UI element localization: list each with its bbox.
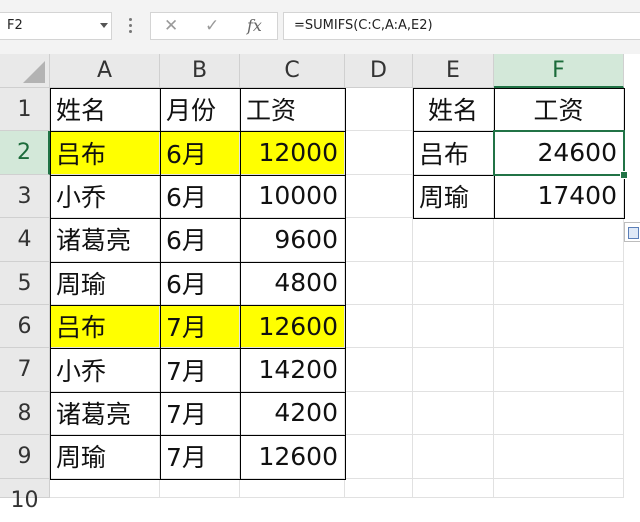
column-header-a[interactable]: A <box>50 54 160 88</box>
row-header-9[interactable]: 9 <box>0 435 50 479</box>
cell-b10[interactable] <box>160 478 240 498</box>
cell-d3[interactable] <box>345 174 413 219</box>
cell-f2[interactable]: 24600 <box>494 131 624 175</box>
cell-c8[interactable]: 4200 <box>240 391 345 436</box>
cell-a6[interactable]: 吕布 <box>50 305 160 349</box>
enter-icon[interactable]: ✓ <box>205 16 219 36</box>
cell-d6[interactable] <box>345 305 413 349</box>
cell-a1[interactable]: 姓名 <box>50 88 160 132</box>
cell-a2[interactable]: 吕布 <box>50 131 160 175</box>
cell-e8[interactable] <box>413 391 494 436</box>
cell-c9[interactable]: 12600 <box>240 435 345 479</box>
cell-f7[interactable] <box>494 348 624 392</box>
cell-c7[interactable]: 14200 <box>240 348 345 392</box>
cell-b2[interactable]: 6月 <box>160 131 240 175</box>
cell-d10[interactable] <box>345 478 413 498</box>
paste-options-icon[interactable] <box>624 222 640 242</box>
cell-d5[interactable] <box>345 261 413 305</box>
cell-a10[interactable] <box>50 478 160 498</box>
cell-f10[interactable] <box>494 478 624 498</box>
cell-d2[interactable] <box>345 131 413 175</box>
cell-c1[interactable]: 工资 <box>240 88 345 132</box>
row-header-5[interactable]: 5 <box>0 261 50 305</box>
cell-a3[interactable]: 小乔 <box>50 174 160 219</box>
cell-c4[interactable]: 9600 <box>240 218 345 262</box>
cell-f9[interactable] <box>494 435 624 479</box>
drag-handle-icon[interactable] <box>129 18 132 34</box>
cell-f4[interactable] <box>494 218 624 262</box>
row-header-10[interactable]: 10 <box>0 478 50 513</box>
cell-b9[interactable]: 7月 <box>160 435 240 479</box>
column-header-d[interactable]: D <box>345 54 413 88</box>
row-header-7[interactable]: 7 <box>0 348 50 392</box>
cell-e5[interactable] <box>413 261 494 305</box>
chevron-down-icon[interactable] <box>100 23 108 28</box>
cell-c2[interactable]: 12000 <box>240 131 345 175</box>
cell-d7[interactable] <box>345 348 413 392</box>
column-header-e[interactable]: E <box>413 54 494 88</box>
column-header-f[interactable]: F <box>494 54 624 88</box>
cell-c6[interactable]: 12600 <box>240 305 345 349</box>
cell-f3[interactable]: 17400 <box>494 174 624 219</box>
cell-e1[interactable]: 姓名 <box>413 88 494 132</box>
row-header-4[interactable]: 4 <box>0 218 50 262</box>
cell-f8[interactable] <box>494 391 624 436</box>
cell-a8[interactable]: 诸葛亮 <box>50 391 160 436</box>
cell-c5[interactable]: 4800 <box>240 261 345 305</box>
cell-c3[interactable]: 10000 <box>240 174 345 219</box>
cell-d9[interactable] <box>345 435 413 479</box>
cell-a9[interactable]: 周瑜 <box>50 435 160 479</box>
cell-a4[interactable]: 诸葛亮 <box>50 218 160 262</box>
row-header-6[interactable]: 6 <box>0 305 50 349</box>
cell-b1[interactable]: 月份 <box>160 88 240 132</box>
column-header-c[interactable]: C <box>240 54 345 88</box>
cell-c10[interactable] <box>240 478 345 498</box>
insert-function-icon[interactable]: fx <box>247 16 262 35</box>
cell-b3[interactable]: 6月 <box>160 174 240 219</box>
cell-f5[interactable] <box>494 261 624 305</box>
row-header-8[interactable]: 8 <box>0 391 50 436</box>
cell-a7[interactable]: 小乔 <box>50 348 160 392</box>
cell-b5[interactable]: 6月 <box>160 261 240 305</box>
cancel-icon[interactable]: ✕ <box>164 16 178 36</box>
cell-e6[interactable] <box>413 305 494 349</box>
cell-e2[interactable]: 吕布 <box>413 131 494 175</box>
cell-a5[interactable]: 周瑜 <box>50 261 160 305</box>
formula-bar: F2 ✕ ✓ fx =SUMIFS(C:C,A:A,E2) <box>0 0 640 54</box>
row-header-2[interactable]: 2 <box>0 131 50 175</box>
cell-b8[interactable]: 7月 <box>160 391 240 436</box>
cell-b7[interactable]: 7月 <box>160 348 240 392</box>
formula-buttons: ✕ ✓ fx <box>150 12 278 40</box>
cell-f1[interactable]: 工资 <box>494 88 624 132</box>
name-box[interactable]: F2 <box>0 12 112 40</box>
cell-e9[interactable] <box>413 435 494 479</box>
row-header-3[interactable]: 3 <box>0 174 50 219</box>
formula-input[interactable]: =SUMIFS(C:C,A:A,E2) <box>283 12 640 40</box>
row-header-1[interactable]: 1 <box>0 88 50 132</box>
column-header-b[interactable]: B <box>160 54 240 88</box>
cell-e7[interactable] <box>413 348 494 392</box>
cell-e10[interactable] <box>413 478 494 498</box>
cell-d1[interactable] <box>345 88 413 132</box>
cell-d8[interactable] <box>345 391 413 436</box>
cell-e4[interactable] <box>413 218 494 262</box>
cell-b4[interactable]: 6月 <box>160 218 240 262</box>
cell-b6[interactable]: 7月 <box>160 305 240 349</box>
select-all-corner[interactable] <box>0 54 50 88</box>
fill-handle[interactable] <box>620 170 628 179</box>
cell-d4[interactable] <box>345 218 413 262</box>
cell-e3[interactable]: 周瑜 <box>413 174 494 219</box>
cell-f6[interactable] <box>494 305 624 349</box>
